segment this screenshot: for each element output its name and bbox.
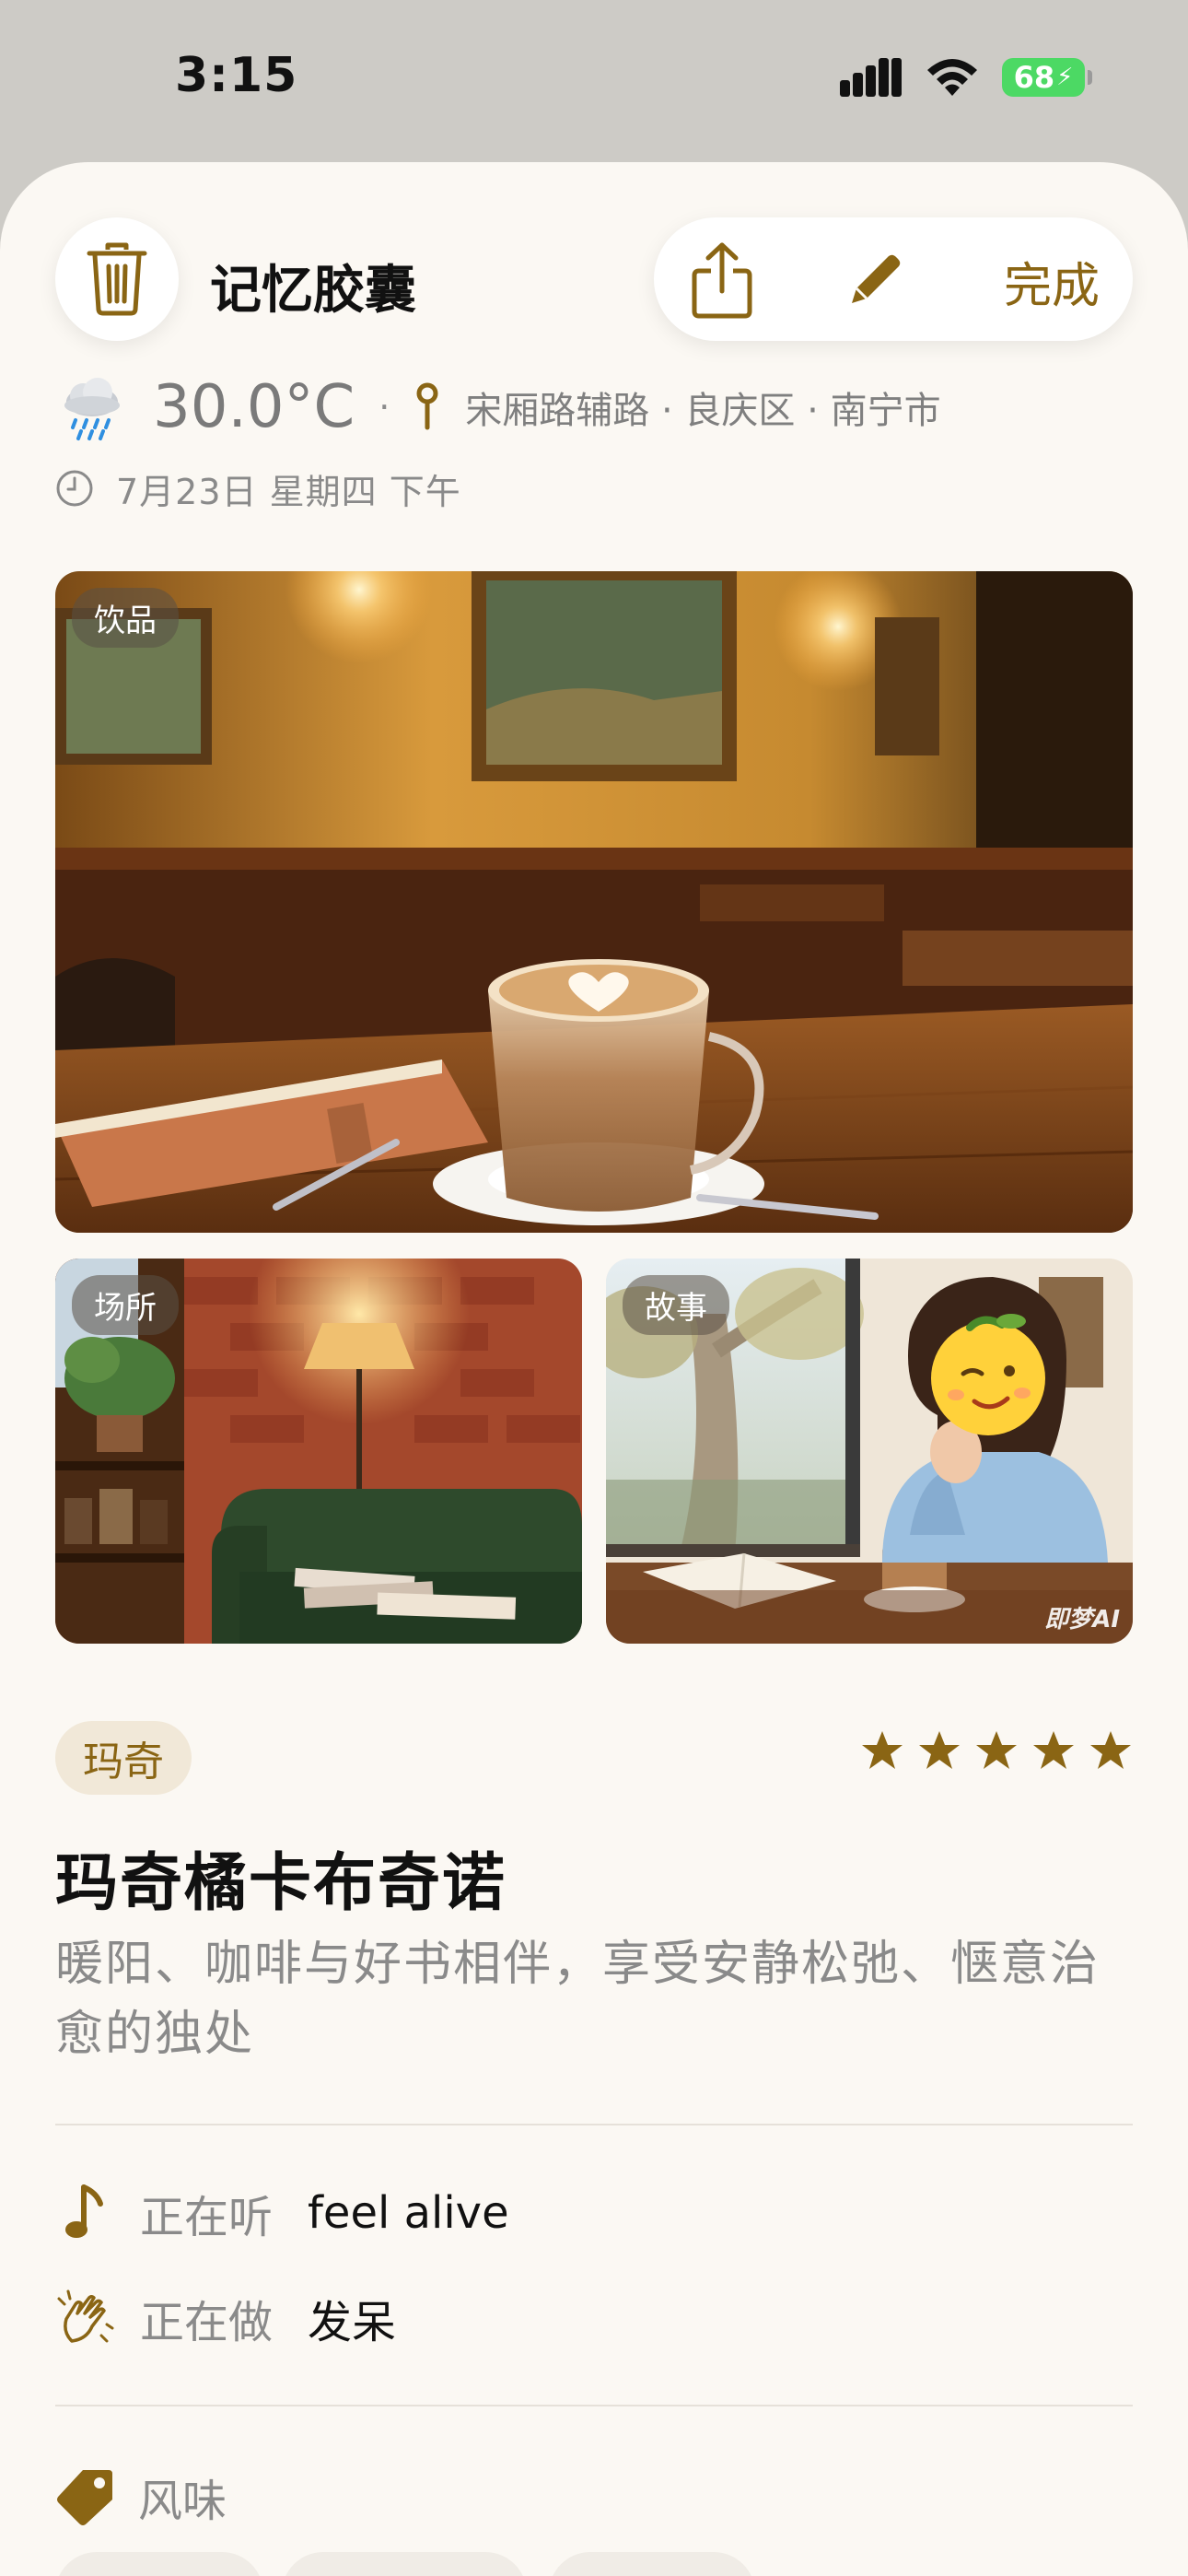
delete-button[interactable] (55, 217, 179, 341)
memory-capsule-sheet: 记忆胶囊 完成 30.0°C · 宋厢路辅路 · 良庆区 · 南宁市 7月23日… (0, 162, 1188, 2576)
divider (55, 2124, 1133, 2125)
weather-location-row: 30.0°C · 宋厢路辅路 · 良庆区 · 南宁市 (55, 367, 941, 448)
listening-value[interactable]: feel alive (308, 2187, 509, 2239)
divider (55, 2405, 1133, 2406)
listening-label: 正在听 (140, 2192, 274, 2243)
drink-name: 玛奇橘卡布奇诺 (55, 1847, 507, 1920)
signal-icon (840, 58, 902, 97)
star-icon[interactable] (1031, 1728, 1076, 1773)
clapping-hands-icon (55, 2288, 116, 2348)
tag-icon (57, 2470, 112, 2525)
photo-tag: 饮品 (72, 588, 179, 648)
page-title: 记忆胶囊 (210, 261, 416, 321)
star-icon[interactable] (1089, 1728, 1133, 1773)
temperature: 30.0°C (153, 373, 355, 441)
clock-icon (56, 470, 93, 507)
status-bar: 3:15 68 ⚡ (0, 0, 1188, 162)
music-note-icon (55, 2183, 116, 2243)
battery-level: 68 (1013, 60, 1055, 95)
watermark-logo: 即梦AI (1044, 1606, 1120, 1633)
date-text: 7月23日 星期四 下午 (116, 471, 461, 512)
share-icon (692, 242, 752, 319)
edit-button[interactable] (838, 243, 912, 317)
drink-description: 暖阳、咖啡与好书相伴，享受安静松弛、惬意治愈的独处 (55, 1937, 1101, 2062)
charging-bolt-icon: ⚡ (1056, 64, 1074, 91)
status-icons: 68 ⚡ (840, 57, 1092, 98)
location-text: 宋厢路辅路 · 良庆区 · 南宁市 (465, 390, 941, 432)
photo-tag: 场所 (72, 1275, 179, 1335)
pin-icon (416, 382, 438, 430)
doing-row: 正在做 发呆 (55, 2281, 396, 2355)
done-button[interactable]: 完成 (1004, 247, 1100, 316)
brand-chip[interactable]: 玛奇 (55, 1721, 192, 1795)
listening-row: 正在听 feel alive (55, 2176, 509, 2250)
cloud-rain-icon (64, 378, 120, 440)
pencil-icon (852, 254, 901, 303)
action-pill: 完成 (654, 217, 1133, 341)
doing-label: 正在做 (140, 2297, 274, 2348)
star-icon[interactable] (860, 1728, 904, 1773)
trash-icon (87, 242, 147, 316)
date-row: 7月23日 星期四 下午 (55, 461, 461, 516)
share-button[interactable] (685, 242, 759, 319)
flavor-row: 风味 (55, 2460, 227, 2534)
flavor-chip[interactable] (549, 2552, 755, 2576)
status-time: 3:15 (175, 48, 298, 103)
story-photo[interactable]: 故事 即梦AI (606, 1259, 1133, 1644)
doing-value[interactable]: 发呆 (308, 2286, 396, 2350)
place-photo[interactable]: 场所 (55, 1259, 582, 1644)
star-rating[interactable] (860, 1728, 1133, 1773)
drink-photo[interactable]: 饮品 (55, 571, 1133, 1233)
star-icon[interactable] (917, 1728, 961, 1773)
flavor-chip[interactable] (282, 2552, 527, 2576)
cafe-interior-illustration (55, 571, 1133, 1233)
flavor-label: 风味 (138, 2476, 227, 2527)
flavor-chip[interactable] (55, 2552, 263, 2576)
battery-indicator: 68 ⚡ (1002, 58, 1092, 97)
star-icon[interactable] (974, 1728, 1019, 1773)
wifi-icon (927, 59, 977, 96)
photo-tag: 故事 (623, 1275, 729, 1335)
top-bar: 记忆胶囊 完成 (55, 217, 1133, 341)
separator-dot: · (379, 387, 390, 427)
